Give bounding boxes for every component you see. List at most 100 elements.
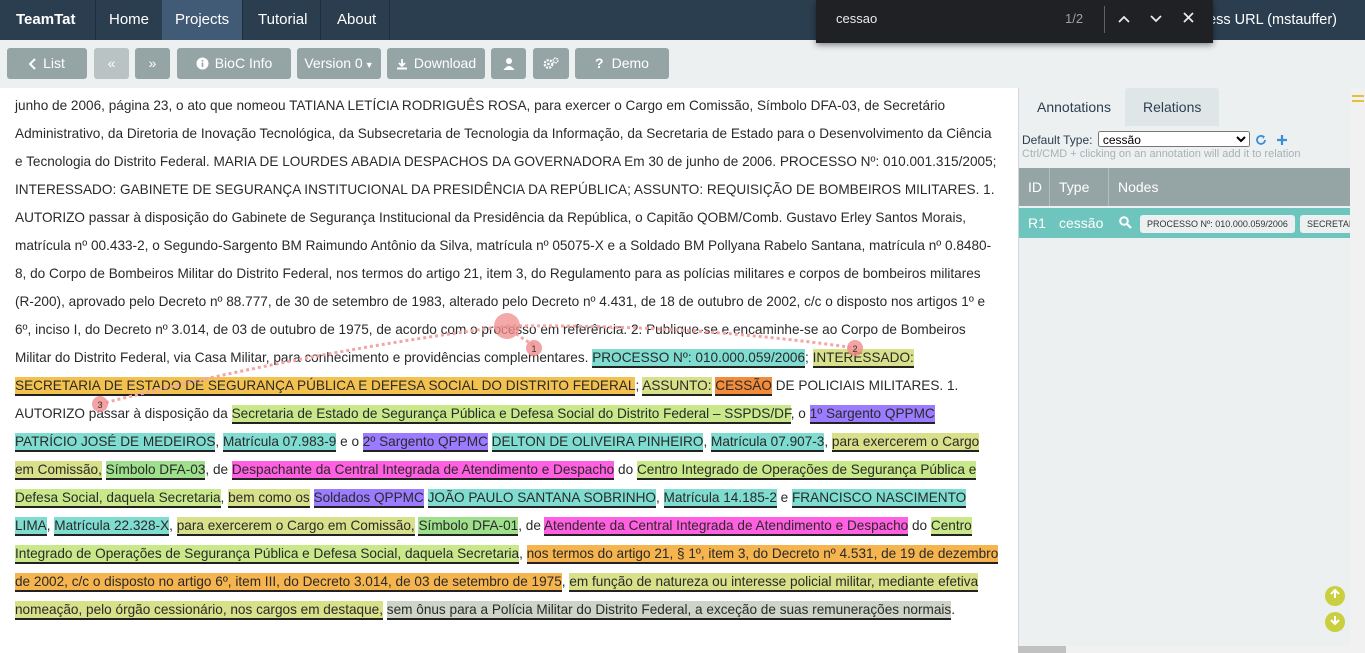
annotation-assunto[interactable]: ASSUNTO:	[642, 377, 712, 396]
annotation-person[interactable]: DELTON DE OLIVEIRA PINHEIRO	[491, 433, 704, 452]
default-type-row: Default Type: cessão	[1022, 131, 1288, 147]
settings-button[interactable]	[533, 48, 569, 79]
find-query-input[interactable]: cessao	[836, 11, 877, 26]
annotation-bem-como[interactable]: bem como os	[228, 489, 310, 508]
caret-down-icon: ▼	[364, 60, 374, 70]
scrollbar-thumb[interactable]	[1018, 646, 1066, 653]
first-page-button[interactable]: «	[94, 48, 129, 79]
doc-text: do	[908, 518, 931, 533]
annotation-rank[interactable]: 2º Sargento QPPMC	[362, 433, 488, 452]
doc-text: , de	[205, 462, 232, 477]
toolbar: List « » BioC Info Version 0 ▼ Download ?…	[0, 40, 1365, 88]
gears-icon	[543, 57, 559, 69]
doc-text: ,	[215, 434, 223, 449]
next-document-button[interactable]: »	[135, 48, 170, 79]
user-menu[interactable]: cess URL (mstauffer)	[1201, 0, 1337, 40]
annotation-secretaria[interactable]: SECRETARIA DE ESTADO DE SEGURANÇA PÚBLIC…	[15, 377, 636, 396]
annotation-funcao[interactable]: Despachante da Central Integrada de Aten…	[231, 461, 615, 480]
doc-text: ,	[703, 434, 711, 449]
column-id[interactable]: ID	[1019, 168, 1050, 206]
doc-text	[310, 490, 314, 505]
bioc-info-label: BioC Info	[214, 55, 273, 71]
annotation-rank[interactable]: Soldados QPPMC	[313, 489, 424, 508]
annotation-rank[interactable]: 1º Sargento QPPMC	[809, 405, 935, 424]
annotation-simbolo[interactable]: Símbolo DFA-01	[418, 517, 519, 536]
scroll-down-icon[interactable]	[1325, 612, 1345, 632]
nav-tutorial[interactable]: Tutorial	[245, 0, 322, 40]
doc-text: ;	[805, 350, 813, 365]
column-type[interactable]: Type	[1050, 168, 1109, 206]
annotation-processo[interactable]: PROCESSO Nº: 010.000.059/2006	[592, 349, 806, 368]
download-label: Download	[413, 55, 477, 71]
doc-text: do	[614, 462, 637, 477]
annotation-simbolo[interactable]: Símbolo DFA-03	[105, 461, 206, 480]
download-icon	[396, 59, 407, 70]
annotation-person[interactable]: PATRÍCIO JOSÉ DE MEDEIROS	[15, 433, 216, 452]
document-text: junho de 2006, página 23, o ato que nome…	[15, 92, 1000, 624]
annotation-matricula[interactable]: Matrícula 07.907-3	[711, 433, 825, 452]
doc-text: , o	[790, 406, 810, 421]
document-pane: junho de 2006, página 23, o ato que nome…	[0, 88, 1018, 653]
double-chevron-left-icon: «	[107, 55, 116, 71]
user-icon	[503, 58, 514, 70]
annotation-person[interactable]: JOÃO PAULO SANTANA SOBRINHO	[427, 489, 656, 508]
doc-text: ,	[169, 518, 177, 533]
doc-text: e	[776, 490, 792, 505]
search-icon[interactable]	[1119, 216, 1132, 229]
nav-projects[interactable]: Projects	[162, 0, 244, 40]
doc-text: , de	[518, 518, 544, 533]
demo-button[interactable]: ? Demo	[575, 48, 669, 79]
table-row[interactable]: R1 cessão PROCESSO Nº: 010.000.059/2006 …	[1019, 208, 1350, 238]
scroll-marker-icon	[1352, 95, 1364, 102]
doc-text: ,	[220, 490, 229, 505]
doc-text: ,	[824, 434, 832, 449]
download-button[interactable]: Download	[387, 48, 485, 79]
find-match-count: 1/2	[1065, 11, 1084, 26]
list-button-label: List	[43, 55, 65, 71]
column-nodes[interactable]: Nodes	[1109, 168, 1350, 206]
add-relation-icon[interactable]	[1276, 134, 1288, 146]
default-type-label: Default Type:	[1022, 133, 1093, 147]
list-button[interactable]: List	[7, 48, 87, 79]
annotation-cessao[interactable]: CESSÃO	[715, 377, 772, 396]
annotation-onus[interactable]: sem ônus para a Polícia Militar do Distr…	[386, 601, 952, 620]
nav-home[interactable]: Home	[96, 0, 164, 40]
user-button[interactable]	[491, 48, 526, 79]
doc-text: e o	[336, 434, 363, 449]
default-type-select[interactable]: cessão	[1097, 131, 1250, 147]
annotation-interessado[interactable]: INTERESSADO:	[812, 349, 914, 368]
find-in-page-bar: cessao 1/2	[816, 0, 1213, 43]
relation-hint: Ctrl/CMD + clicking on an annotation wil…	[1022, 148, 1301, 160]
horizontal-scrollbar[interactable]	[1018, 646, 1350, 653]
brand-logo[interactable]: TeamTat	[0, 0, 96, 40]
vertical-scrollbar[interactable]	[1350, 88, 1365, 653]
annotation-matricula[interactable]: Matrícula 07.983-9	[222, 433, 337, 452]
relation-node-chip[interactable]: SECRETARIA	[1300, 215, 1350, 233]
find-close-icon[interactable]	[1178, 9, 1198, 29]
refresh-icon[interactable]	[1255, 134, 1267, 146]
find-next-icon[interactable]	[1146, 9, 1166, 29]
tab-relations[interactable]: Relations	[1125, 88, 1220, 126]
tab-annotations[interactable]: Annotations	[1019, 88, 1129, 126]
nav-about[interactable]: About	[324, 0, 391, 40]
annotation-matricula[interactable]: Matrícula 14.185-2	[663, 489, 777, 508]
find-previous-icon[interactable]	[1114, 9, 1134, 29]
scroll-up-icon[interactable]	[1325, 586, 1345, 606]
info-circle-icon	[196, 57, 209, 70]
demo-label: Demo	[611, 55, 649, 71]
annotation-matricula[interactable]: Matrícula 22.328-X	[54, 517, 170, 536]
bioc-info-button[interactable]: BioC Info	[177, 48, 291, 79]
relation-node-chip[interactable]: PROCESSO Nº: 010.000.059/2006	[1140, 215, 1295, 233]
annotation-sspds[interactable]: Secretaria de Estado de Segurança Públic…	[231, 405, 791, 424]
panel-tabs: Annotations Relations	[1019, 88, 1350, 126]
annotation-cargo[interactable]: para exercerem o Cargo em Comissão,	[176, 517, 415, 536]
chevron-left-icon	[28, 58, 36, 70]
relations-panel: Annotations Relations Default Type: cess…	[1018, 88, 1350, 653]
annotation-funcao[interactable]: Atendente da Central Integrada de Atendi…	[543, 517, 909, 536]
relation-id: R1	[1028, 215, 1046, 231]
version-dropdown[interactable]: Version 0 ▼	[297, 48, 381, 79]
double-chevron-right-icon: »	[148, 55, 157, 71]
doc-text: ,	[519, 546, 527, 561]
find-separator	[1104, 6, 1105, 33]
relation-type: cessão	[1059, 215, 1104, 231]
